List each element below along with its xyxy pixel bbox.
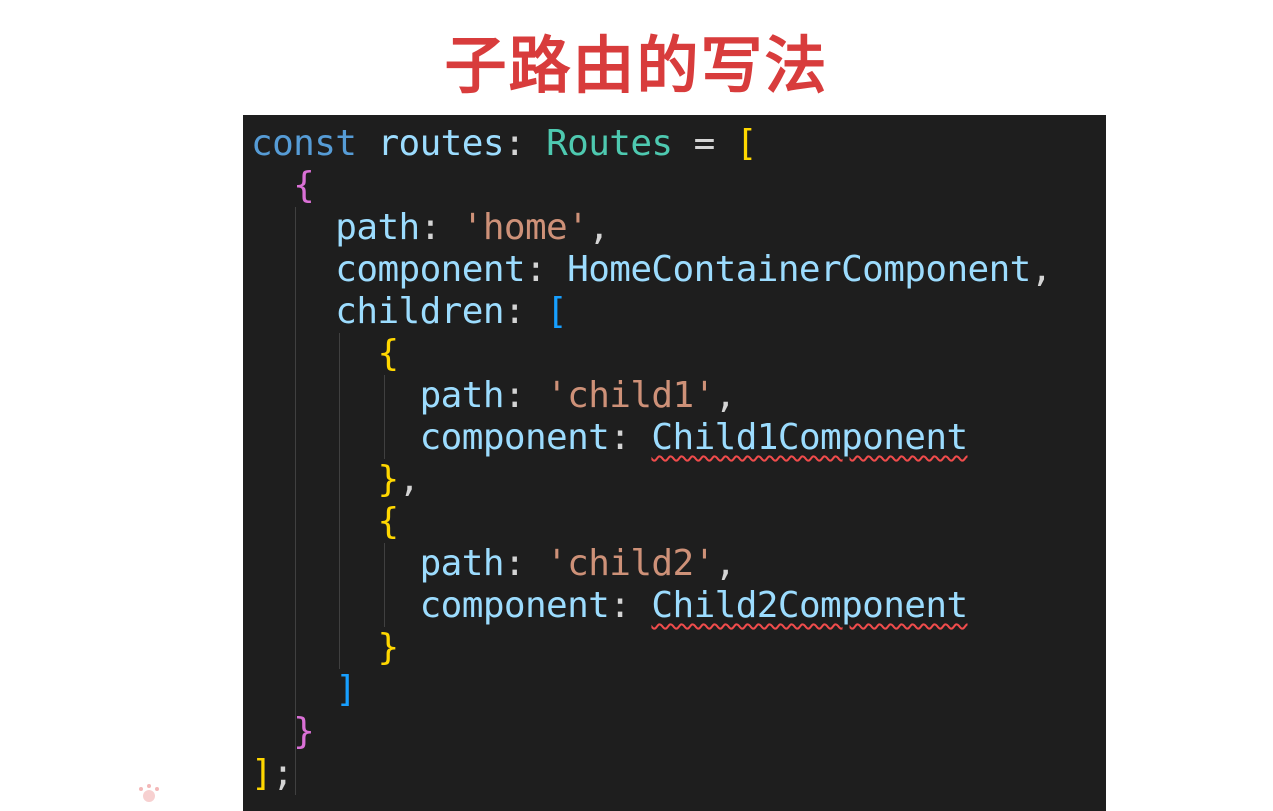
code-token: :	[503, 291, 547, 332]
code-token: ,	[398, 459, 421, 500]
code-line: },	[251, 459, 1052, 501]
code-token: :	[419, 207, 462, 248]
code-token: HomeContainerComponent	[567, 249, 1031, 290]
code-token: 'child2'	[546, 543, 715, 584]
code-line: ]	[251, 669, 1052, 711]
code-token: :	[609, 585, 652, 626]
code-token: 'child1'	[546, 375, 715, 416]
code-line: {	[251, 165, 1052, 207]
code-line: component: HomeContainerComponent,	[251, 249, 1052, 291]
code-token: ,	[714, 375, 737, 416]
code-token: const	[251, 123, 357, 164]
code-line: children: [	[251, 291, 1052, 333]
code-token: }	[377, 627, 399, 668]
code-token: ,	[588, 207, 610, 248]
code-token: routes	[377, 123, 504, 164]
code-token: ]	[251, 753, 273, 794]
code-token: }	[293, 711, 315, 752]
code-token: component	[419, 585, 610, 626]
code-block: const routes: Routes = [ { path: 'home',…	[251, 123, 1052, 795]
code-token: {	[377, 333, 399, 374]
code-line: ];	[251, 753, 1052, 795]
code-token: ;	[272, 753, 294, 794]
code-line: component: Child2Component	[251, 585, 1052, 627]
code-token: {	[377, 501, 399, 542]
code-token: [	[735, 123, 758, 164]
watermark-icon	[139, 784, 159, 802]
slide: 子路由的写法 const routes: Routes = [ { path: …	[0, 0, 1273, 811]
code-line: {	[251, 333, 1052, 375]
code-token: =	[672, 123, 736, 164]
code-token-error: Child1Component	[651, 417, 968, 458]
code-token: path	[419, 543, 505, 584]
code-token: }	[377, 459, 399, 500]
code-token: children	[335, 291, 504, 332]
code-token: 'home'	[461, 207, 589, 248]
code-token: :	[503, 543, 547, 584]
code-token: ]	[335, 669, 357, 710]
code-token: :	[503, 123, 547, 164]
code-token: path	[335, 207, 420, 248]
code-token: ,	[714, 543, 737, 584]
code-token: Routes	[546, 123, 673, 164]
code-token: path	[419, 375, 505, 416]
code-token: ,	[1030, 249, 1053, 290]
code-line: path: 'child1',	[251, 375, 1052, 417]
code-line: path: 'child2',	[251, 543, 1052, 585]
code-token: [	[546, 291, 568, 332]
code-token: component	[335, 249, 525, 290]
code-line: const routes: Routes = [	[251, 123, 1052, 165]
code-line: path: 'home',	[251, 207, 1052, 249]
code-line: }	[251, 627, 1052, 669]
code-editor-panel: const routes: Routes = [ { path: 'home',…	[243, 115, 1106, 811]
code-token: {	[293, 165, 315, 206]
code-token: :	[524, 249, 568, 290]
code-token: component	[419, 417, 610, 458]
code-line: component: Child1Component	[251, 417, 1052, 459]
code-token: :	[609, 417, 652, 458]
code-line: {	[251, 501, 1052, 543]
slide-title: 子路由的写法	[444, 29, 829, 102]
code-line: }	[251, 711, 1052, 753]
code-token-error: Child2Component	[651, 585, 968, 626]
code-token: :	[503, 375, 547, 416]
